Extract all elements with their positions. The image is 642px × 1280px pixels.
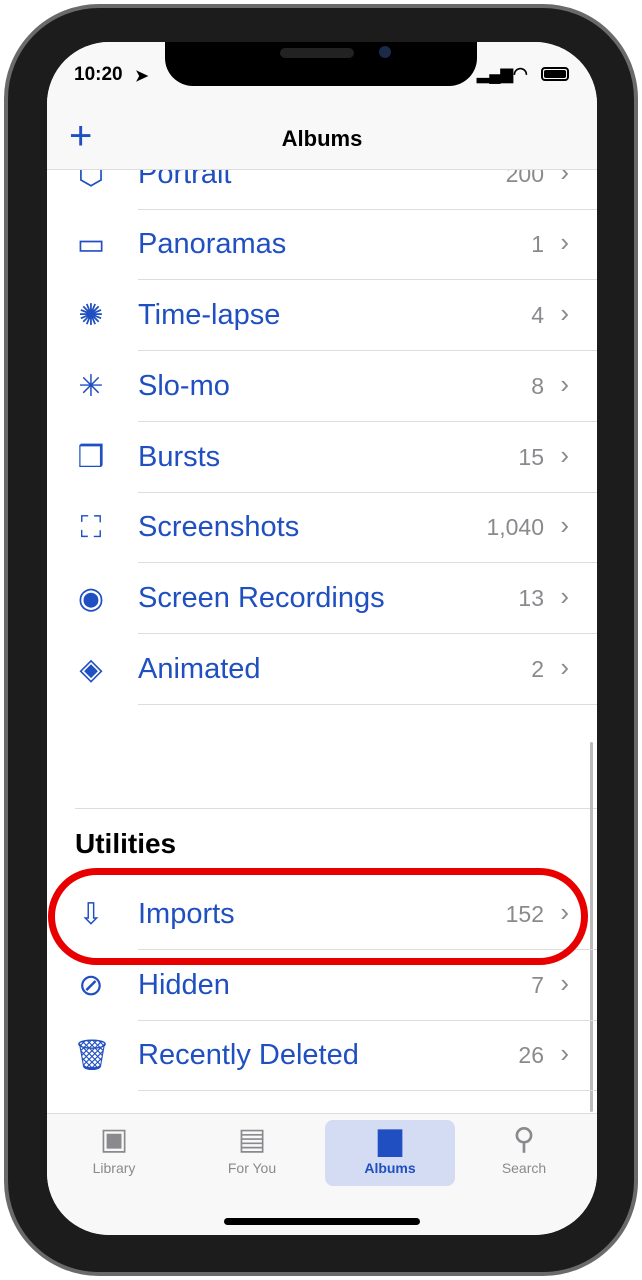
location-icon: ➤: [135, 68, 149, 85]
status-time: 10:20: [74, 64, 123, 85]
chevron-right-icon: ›: [560, 227, 569, 258]
album-count: 1,040: [486, 514, 544, 541]
album-count: 2: [531, 655, 544, 682]
chevron-right-icon: ›: [560, 368, 569, 399]
divider: [138, 703, 597, 705]
chevron-right-icon: ›: [560, 298, 569, 329]
tab-bar: ▣ Library ▤ For You ▆ Albums ⚲ Search: [47, 1113, 597, 1235]
tab-label: Albums: [364, 1160, 416, 1176]
album-label: Recently Deleted: [138, 1039, 359, 1072]
tab-label: Search: [501, 1160, 547, 1176]
nav-bar: 10:20 ➤ ▂▄▆ ◠ + Albums: [47, 42, 597, 170]
tab-label: Library: [92, 1160, 136, 1176]
chevron-right-icon: ›: [560, 580, 569, 611]
for-you-icon: ▤: [237, 1123, 267, 1156]
album-row-time-lapse[interactable]: ✺ Time-lapse 4 ›: [47, 280, 597, 352]
eye-slash-icon: ⊘: [78, 968, 104, 1002]
panorama-icon: ▭: [76, 228, 106, 262]
album-row-panoramas[interactable]: ▭ Panoramas 1 ›: [47, 209, 597, 281]
highlight-circle: [48, 868, 588, 965]
screen-recording-icon: ◉: [77, 581, 105, 615]
tab-search[interactable]: ⚲ Search: [459, 1120, 589, 1186]
bursts-icon: ❒: [77, 440, 105, 474]
animated-icon: ◈: [79, 652, 103, 686]
album-label: Bursts: [138, 440, 221, 473]
album-row-recently-deleted[interactable]: 🗑 Recently Deleted 26 ›: [47, 1020, 597, 1092]
album-label: Slo-mo: [138, 369, 230, 402]
tab-library[interactable]: ▣ Library: [49, 1120, 179, 1186]
album-label: Time-lapse: [138, 299, 281, 332]
albums-icon: ▆: [378, 1123, 402, 1156]
chevron-right-icon: ›: [560, 1038, 569, 1069]
album-label: Hidden: [138, 968, 230, 1001]
album-count: 7: [531, 971, 544, 998]
camera: [379, 46, 391, 58]
album-label: Screenshots: [138, 511, 300, 544]
album-row-screen-recordings[interactable]: ◉ Screen Recordings 13 ›: [47, 563, 597, 634]
album-count: 1: [531, 231, 544, 258]
battery-icon: [541, 67, 569, 81]
album-label: Panoramas: [138, 228, 287, 261]
album-row-animated[interactable]: ◈ Animated 2 ›: [47, 634, 597, 705]
chevron-right-icon: ›: [560, 651, 569, 682]
album-row-slo-mo[interactable]: ✳ Slo-mo 8 ›: [47, 351, 597, 422]
album-label: Animated: [138, 652, 261, 685]
notch: [165, 42, 477, 86]
wifi-icon: ◠: [513, 64, 528, 83]
album-row-screenshots[interactable]: ⛶ Screenshots 1,040 ›: [47, 492, 597, 564]
album-count: 13: [518, 584, 544, 611]
chevron-right-icon: ›: [560, 439, 569, 470]
album-count: 26: [518, 1042, 544, 1069]
signal-icon: ▂▄▆: [477, 66, 513, 83]
tab-label: For You: [227, 1160, 277, 1176]
search-icon: ⚲: [513, 1123, 535, 1156]
trash-icon: 🗑: [73, 1039, 112, 1073]
divider: [138, 1090, 597, 1092]
tab-for-you[interactable]: ▤ For You: [187, 1120, 317, 1186]
slomo-icon: ✳: [78, 369, 104, 403]
album-count: 4: [531, 302, 544, 329]
home-indicator[interactable]: [224, 1218, 420, 1225]
chevron-right-icon: ›: [560, 510, 569, 541]
album-row-bursts[interactable]: ❒ Bursts 15 ›: [47, 422, 597, 493]
chevron-right-icon: ›: [560, 967, 569, 998]
divider: [75, 808, 597, 809]
screenshot-icon: ⛶: [80, 511, 102, 545]
album-count: 15: [518, 443, 544, 470]
library-icon: ▣: [99, 1123, 129, 1156]
speaker: [280, 48, 354, 58]
tab-albums[interactable]: ▆ Albums: [325, 1120, 455, 1186]
album-count: 8: [531, 372, 544, 399]
timelapse-icon: ✺: [78, 299, 104, 333]
screen: 10:20 ➤ ▂▄▆ ◠ + Albums ◌Live Photos›⬡Por…: [47, 42, 597, 1235]
page-title: Albums: [281, 126, 363, 151]
section-header-utilities: Utilities: [75, 828, 177, 859]
album-label: Screen Recordings: [138, 581, 385, 614]
